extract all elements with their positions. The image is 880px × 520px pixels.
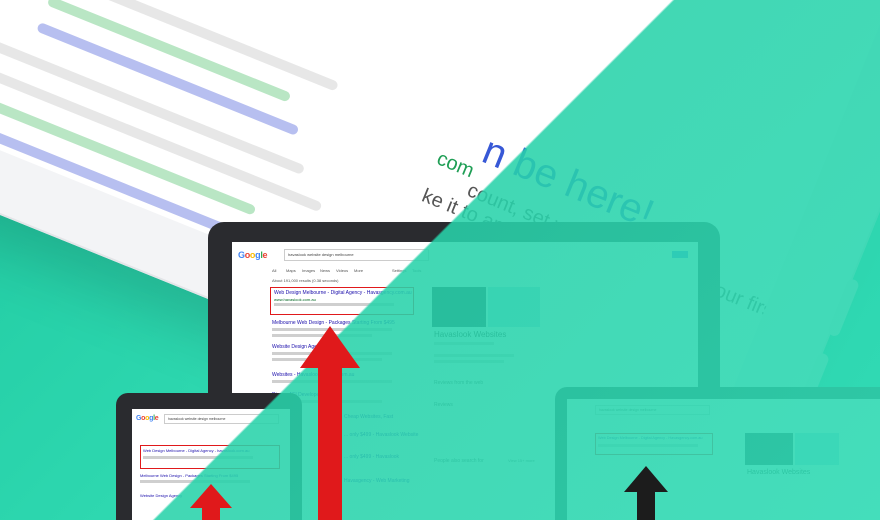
sign-in-button[interactable] <box>672 251 688 258</box>
tab-maps[interactable]: Maps <box>286 268 296 273</box>
phone-green-text: com <box>433 147 478 183</box>
kp-text-line <box>434 342 494 345</box>
kp-map <box>488 287 540 327</box>
tab-images[interactable]: Images <box>302 268 315 273</box>
tab-tools[interactable]: Tools <box>412 268 421 273</box>
kp-photo <box>432 287 486 327</box>
laptop-device: havaslook website design melbourne Web D… <box>555 387 880 520</box>
search-input[interactable]: havaslook website design melbourne <box>595 405 710 415</box>
ad-text-line <box>598 444 698 447</box>
ad-text-line <box>274 303 394 306</box>
kp-people-also: People also search for <box>434 458 484 464</box>
kp-photo <box>745 433 793 465</box>
kp-reviews: Reviews <box>434 402 453 408</box>
google-logo: Google <box>136 415 159 422</box>
ad-url: www.havaslook.com.au <box>274 297 316 302</box>
up-arrow-icon <box>190 484 232 520</box>
kp-text-line <box>434 354 514 357</box>
tab-all[interactable]: All <box>272 268 276 273</box>
ad-text-line <box>143 456 253 459</box>
kp-map <box>795 433 839 465</box>
ad-title-link[interactable]: Web Design Melbourne - Digital Agency - … <box>143 448 249 453</box>
up-arrow-icon <box>300 326 360 520</box>
tab-settings[interactable]: Settings <box>392 268 406 273</box>
phone-text-line <box>0 60 323 213</box>
result-title[interactable]: Melbourne Web Design - Packages Starting… <box>140 473 238 478</box>
laptop-screen: havaslook website design melbourne Web D… <box>567 399 880 520</box>
kp-reviews-web: Reviews from the web <box>434 380 484 386</box>
hero-graphic: n be here! com count, set your budget, w… <box>0 0 880 520</box>
result-text-line <box>140 480 250 483</box>
kp-view-more[interactable]: View 15+ more <box>508 458 535 463</box>
up-arrow-icon <box>624 466 668 520</box>
google-logo: Google <box>238 250 268 260</box>
tab-more[interactable]: More <box>354 268 363 273</box>
ad-title-link[interactable]: Web Design Melbourne - Digital Agency - … <box>598 436 703 440</box>
kp-title: Havaslook Websites <box>434 330 507 339</box>
ad-title-link[interactable]: Web Design Melbourne - Digital Agency - … <box>274 290 412 296</box>
kp-title: Havaslook Websites <box>747 469 811 476</box>
results-count: About 191,000 results (0.38 seconds) <box>272 278 339 283</box>
search-input[interactable]: havaslook website design melbourne <box>164 414 279 424</box>
tab-news[interactable]: News <box>320 268 330 273</box>
kp-text-line <box>434 360 504 363</box>
tab-videos[interactable]: Videos <box>336 268 348 273</box>
search-input[interactable]: havaslook website design melbourne <box>284 249 429 261</box>
result-title[interactable]: Website Design Agency <box>140 493 182 498</box>
